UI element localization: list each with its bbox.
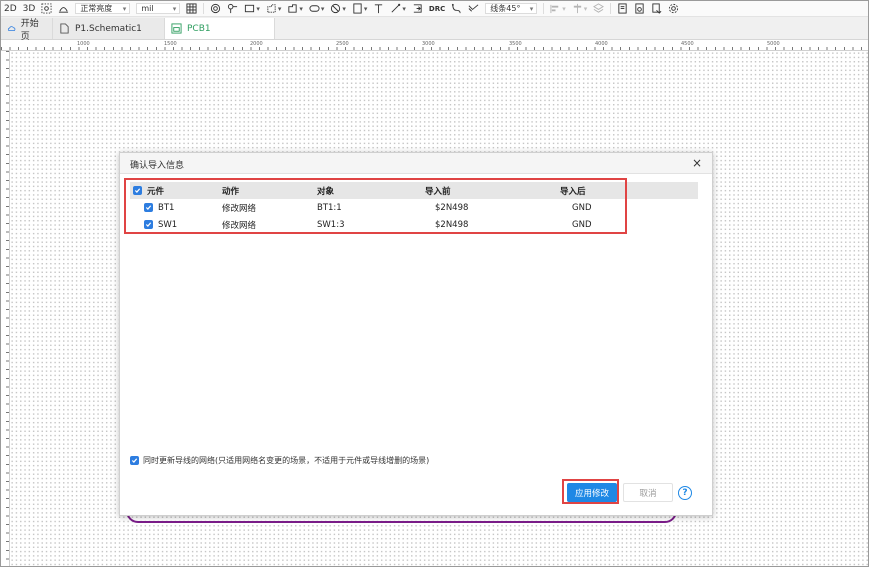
document-tabs: 开始页 P1.Schematic1 PCB1 (1, 17, 868, 42)
pcb-file-icon (171, 23, 182, 34)
cell-object: BT1:1 (317, 202, 342, 213)
toolbar-divider (610, 3, 612, 14)
help-icon[interactable]: ? (678, 486, 692, 500)
bom-icon[interactable] (648, 2, 665, 15)
cell-after: GND (572, 202, 592, 213)
frame-tool-icon[interactable] (349, 2, 371, 15)
cell-object: SW1:3 (317, 219, 345, 230)
tab-label: PCB1 (187, 23, 211, 34)
route-mode-select[interactable]: 线条45° ▾ (485, 3, 538, 14)
dialog-title: 确认导入信息 (130, 161, 185, 171)
ruler-label: 4000 (595, 41, 608, 47)
tab-label: P1.Schematic1 (75, 23, 142, 34)
tab-pcb[interactable]: PCB1 (165, 18, 275, 39)
tab-schematic[interactable]: P1.Schematic1 (53, 18, 165, 39)
ellipse-tool-icon[interactable] (306, 2, 328, 15)
rect-tool-icon[interactable] (241, 2, 263, 15)
via-icon[interactable] (207, 2, 224, 15)
import-icon[interactable] (409, 2, 426, 15)
ruler-label: 1500 (164, 41, 177, 47)
ruler-label: 5000 (767, 41, 780, 47)
document-icon[interactable] (614, 2, 631, 15)
cell-before: $2N498 (435, 219, 469, 230)
sync-wire-net-option[interactable]: 同时更新导线的网络(只适用网络名变更的场景，不适用于元件或导线增删的场景) (130, 455, 429, 466)
route-icon[interactable] (448, 2, 465, 15)
toolbar-divider (543, 3, 545, 14)
view-2d-button[interactable]: 2D (1, 2, 20, 15)
row-checkbox[interactable] (143, 203, 153, 212)
ruler-label: 3500 (509, 41, 522, 47)
ruler-label: 3000 (422, 41, 435, 47)
tab-label: 开始页 (20, 18, 39, 42)
cancel-button[interactable]: 取消 (623, 483, 673, 502)
cell-component: SW1 (158, 219, 178, 230)
cell-action: 修改网络 (222, 203, 257, 214)
highlight-net-icon[interactable] (55, 2, 72, 15)
import-changes-table: 元件 动作 对象 导入前 导入后 BT1 修改网络 BT1:1 $2N498 G… (130, 182, 698, 233)
horizontal-ruler: 1000 1500 2000 2500 3000 3500 4000 4500 … (1, 40, 868, 51)
distribute-icon[interactable] (569, 2, 591, 15)
save-icon[interactable] (631, 2, 648, 15)
cloud-icon (7, 26, 16, 32)
shape-tool-icon[interactable] (284, 2, 306, 15)
line-tool-icon[interactable] (387, 2, 409, 15)
column-header-object: 对象 (317, 186, 335, 197)
ruler-label: 2000 (250, 41, 263, 47)
view-3d-button[interactable]: 3D (20, 2, 39, 15)
cell-before: $2N498 (435, 202, 469, 213)
cell-component: BT1 (158, 202, 175, 213)
no-connect-icon[interactable] (327, 2, 349, 15)
sync-wire-net-checkbox[interactable] (130, 456, 139, 465)
ruler-label: 2500 (336, 41, 349, 47)
dialog-header: 确认导入信息 × (120, 153, 712, 174)
diff-pair-icon[interactable] (465, 2, 482, 15)
brightness-select[interactable]: 正常亮度 ▾ (75, 3, 131, 14)
toolbar-divider (203, 3, 205, 14)
column-header-before: 导入前 (425, 186, 451, 197)
toolbar: 2D 3D 正常亮度 ▾ mil ▾ ▾ ▾ ▾ ▾ ▾ ▾ ▾ DRC 线条4… (1, 1, 868, 17)
unit-select[interactable]: mil ▾ (136, 3, 181, 14)
zoom-select-icon[interactable] (38, 2, 55, 15)
column-header-action: 动作 (222, 186, 240, 197)
column-header-component: 元件 (147, 186, 165, 197)
table-row[interactable]: SW1 修改网络 SW1:3 $2N498 GND (130, 216, 698, 233)
apply-changes-button[interactable]: 应用修改 (567, 483, 617, 502)
vertical-ruler (1, 51, 10, 566)
ruler-label: 1000 (77, 41, 90, 47)
ruler-label: 4500 (681, 41, 694, 47)
row-checkbox[interactable] (143, 220, 153, 229)
pin-icon[interactable] (224, 2, 241, 15)
cell-action: 修改网络 (222, 220, 257, 231)
table-header-row: 元件 动作 对象 导入前 导入后 (130, 182, 698, 199)
schematic-file-icon (60, 23, 69, 34)
layer-icon[interactable] (590, 2, 607, 15)
sync-wire-net-label: 同时更新导线的网络(只适用网络名变更的场景，不适用于元件或导线增删的场景) (143, 456, 430, 465)
poly-tool-icon[interactable] (263, 2, 285, 15)
align-icon[interactable] (547, 2, 569, 15)
grid-icon[interactable] (183, 2, 200, 15)
column-header-after: 导入后 (560, 186, 586, 197)
drc-button[interactable]: DRC (426, 2, 448, 15)
select-all-checkbox[interactable] (132, 186, 142, 195)
close-icon[interactable]: × (692, 156, 702, 170)
table-row[interactable]: BT1 修改网络 BT1:1 $2N498 GND (130, 199, 698, 216)
confirm-import-dialog: 确认导入信息 × 元件 动作 对象 导入前 导入后 BT1 修改网络 BT1:1… (119, 152, 713, 516)
text-tool-icon[interactable] (370, 2, 387, 15)
pcb-editor-window: 2D 3D 正常亮度 ▾ mil ▾ ▾ ▾ ▾ ▾ ▾ ▾ ▾ DRC 线条4… (0, 0, 869, 567)
tab-start-page[interactable]: 开始页 (1, 18, 53, 42)
settings-icon[interactable] (665, 2, 682, 15)
cell-after: GND (572, 219, 592, 230)
